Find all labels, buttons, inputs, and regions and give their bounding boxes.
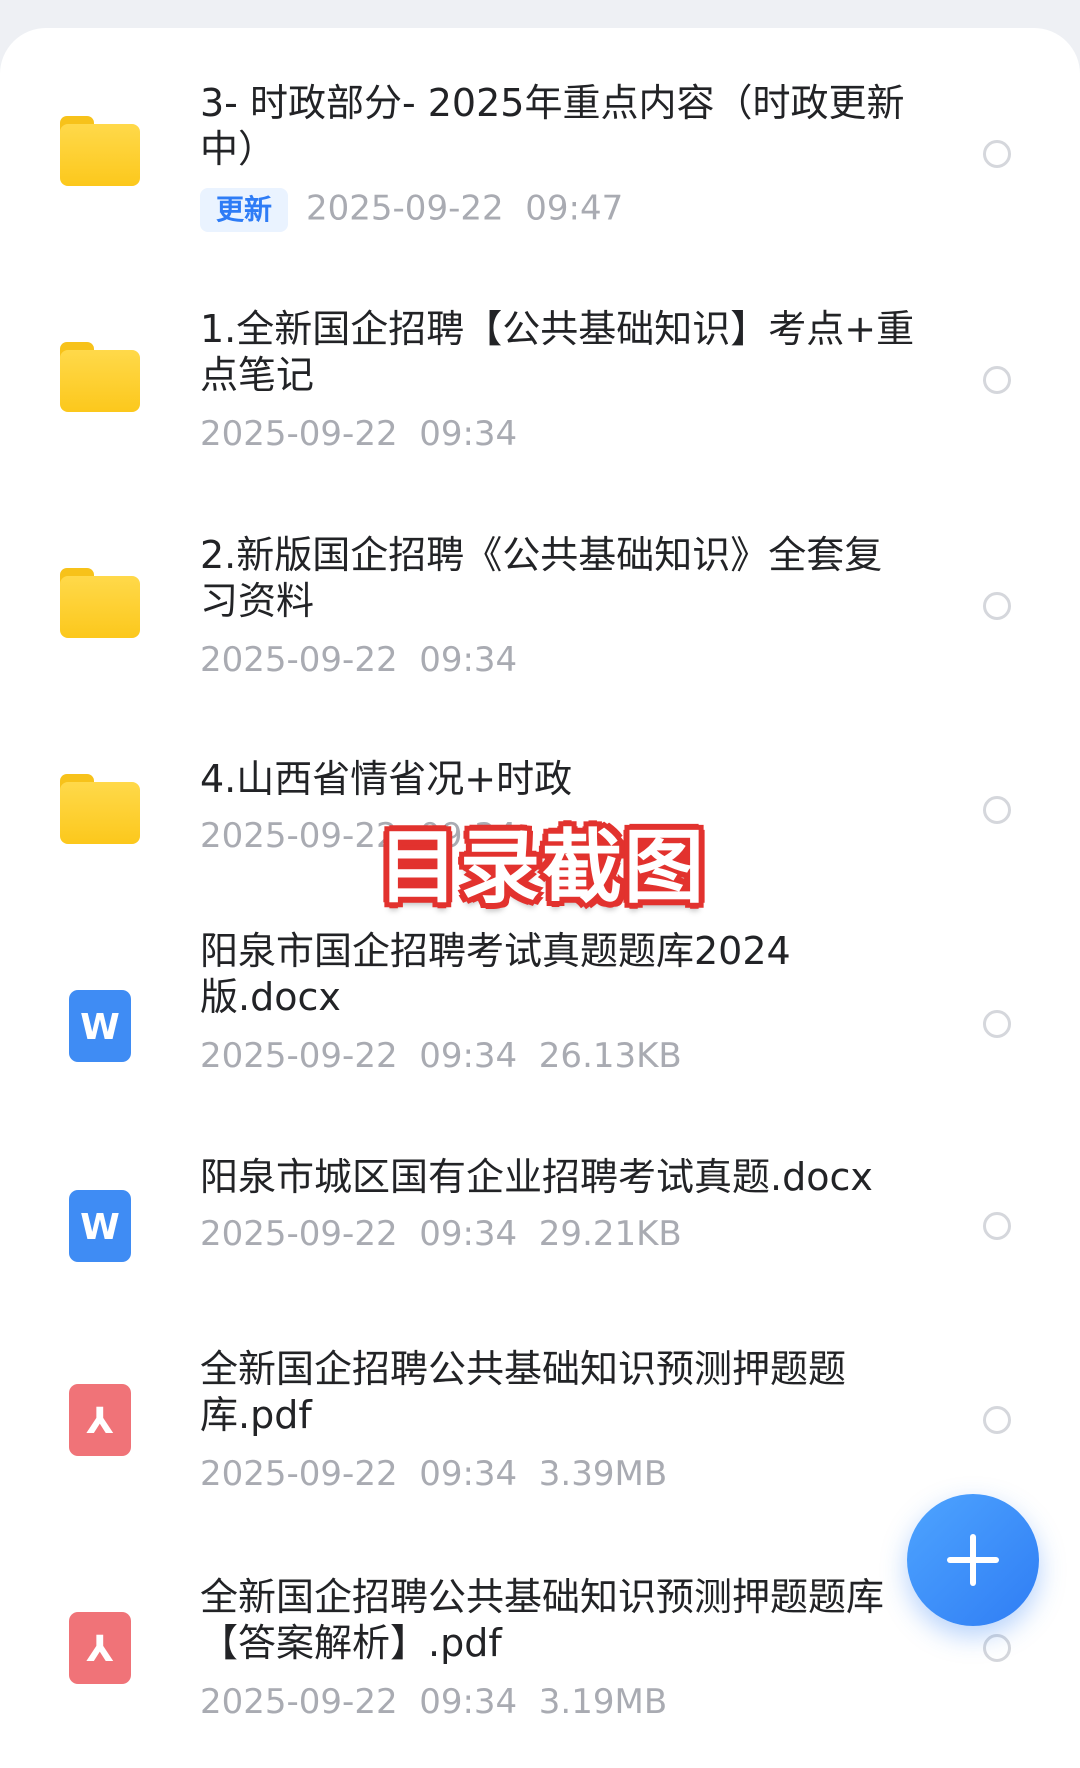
word-doc-icon: W: [69, 1190, 131, 1262]
file-title: 阳泉市国企招聘考试真题题库2024版.docx: [200, 929, 791, 1019]
word-doc-icon: W: [69, 990, 131, 1062]
select-radio[interactable]: [983, 366, 1011, 394]
file-title: 1.全新国企招聘【公共基础知识】考点+重点笔记: [200, 307, 915, 397]
update-badge: 更新: [200, 188, 289, 232]
list-item[interactable]: ⅄ 全新国企招聘公共基础知识预测押题题库.pdf 2025-09-22 09:3…: [0, 1328, 1080, 1518]
select-radio[interactable]: [983, 796, 1011, 824]
file-title: 2.新版国企招聘《公共基础知识》全套复习资料: [200, 533, 883, 623]
file-meta: 2025-09-22 09:34 3.19MB: [200, 1682, 668, 1722]
folder-icon: [60, 342, 140, 412]
file-title: 4.山西省情省况+时政: [200, 757, 573, 801]
file-meta: 2025-09-22 09:34 29.21KB: [200, 1214, 682, 1254]
select-radio[interactable]: [983, 592, 1011, 620]
list-item[interactable]: W 阳泉市城区国有企业招聘考试真题.docx 2025-09-22 09:34 …: [0, 1138, 1080, 1278]
folder-icon: [60, 774, 140, 844]
file-title: 阳泉市城区国有企业招聘考试真题.docx: [200, 1155, 873, 1199]
folder-icon: [60, 116, 140, 186]
file-meta: 2025-09-22 09:34 3.39MB: [200, 1454, 668, 1494]
file-meta: 2025-09-22 09:34 26.13KB: [200, 1036, 682, 1076]
select-radio[interactable]: [983, 1634, 1011, 1662]
list-item[interactable]: 1.全新国企招聘【公共基础知识】考点+重点笔记 2025-09-22 09:34: [0, 276, 1080, 466]
file-meta: 2025-09-22 09:34: [200, 640, 518, 680]
select-radio[interactable]: [983, 1010, 1011, 1038]
file-title: 全新国企招聘公共基础知识预测押题题库【答案解析】.pdf: [200, 1575, 885, 1665]
pdf-icon: ⅄: [69, 1384, 131, 1456]
select-radio[interactable]: [983, 1212, 1011, 1240]
folder-icon: [60, 568, 140, 638]
list-item[interactable]: 3- 时政部分- 2025年重点内容（时政更新中） 更新 2025-09-22 0…: [0, 50, 1080, 240]
add-button[interactable]: [907, 1494, 1039, 1626]
select-radio[interactable]: [983, 140, 1011, 168]
file-meta: 2025-09-22 09:47: [306, 188, 624, 229]
file-meta: 2025-09-22 09:34: [200, 414, 518, 454]
select-radio[interactable]: [983, 1406, 1011, 1434]
overlay-caption: 目录截图: [378, 821, 706, 914]
file-title: 全新国企招聘公共基础知识预测押题题库.pdf: [200, 1347, 847, 1437]
pdf-icon: ⅄: [69, 1612, 131, 1684]
file-title: 3- 时政部分- 2025年重点内容（时政更新中）: [200, 81, 905, 171]
file-meta-row: 更新 2025-09-22 09:47: [200, 188, 623, 232]
list-item[interactable]: 2.新版国企招聘《公共基础知识》全套复习资料 2025-09-22 09:34: [0, 502, 1080, 692]
list-item[interactable]: W 阳泉市国企招聘考试真题题库2024版.docx 2025-09-22 09:…: [0, 916, 1080, 1106]
